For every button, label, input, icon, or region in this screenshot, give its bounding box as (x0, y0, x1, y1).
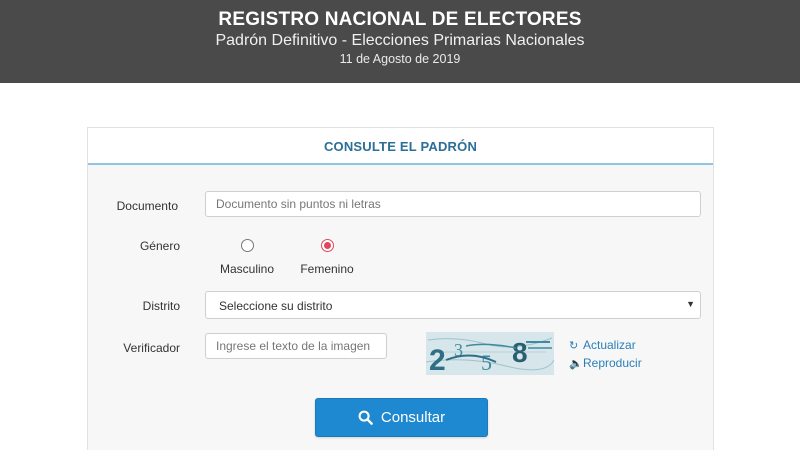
search-icon (358, 410, 373, 425)
volume-icon: 🔈 (569, 358, 583, 370)
radio-masculino-circle[interactable] (240, 239, 254, 252)
radio-femenino-circle[interactable] (320, 239, 334, 252)
verificador-input[interactable] (205, 333, 387, 359)
actualizar-link[interactable]: ↻ Actualizar (569, 338, 636, 352)
reproducir-label: Reproducir (583, 356, 642, 370)
panel-header: CONSULTE EL PADRÓN (88, 128, 713, 165)
distrito-label: Distrito (142, 299, 180, 313)
election-date: 11 de Agosto de 2019 (339, 52, 461, 66)
panel-title: CONSULTE EL PADRÓN (323, 139, 478, 154)
distrito-selected-value: Seleccione su distrito (219, 299, 333, 313)
consultar-label: Consultar (380, 409, 446, 426)
page-title: REGISTRO NACIONAL DE ELECTORES (218, 9, 582, 30)
genero-label: Género (139, 239, 180, 253)
consultar-button[interactable]: Consultar (315, 398, 488, 437)
actualizar-label: Actualizar (583, 338, 636, 352)
reproducir-link[interactable]: 🔈Reproducir (569, 356, 642, 370)
captcha-graphic: 2 3 5 8 (426, 332, 554, 375)
page-subtitle: Padrón Definitivo - Elecciones Primarias… (215, 32, 585, 49)
page-header: REGISTRO NACIONAL DE ELECTORES Padrón De… (0, 0, 800, 83)
caret-down-icon: ▼ (686, 299, 695, 309)
radio-femenino[interactable]: Femenino (294, 239, 360, 276)
radio-femenino-label: Femenino (300, 262, 354, 276)
consulta-panel: CONSULTE EL PADRÓN Documento Género Masc… (87, 127, 714, 450)
captcha-image: 2 3 5 8 (426, 332, 554, 375)
documento-input[interactable] (205, 191, 701, 217)
refresh-icon: ↻ (569, 340, 579, 352)
svg-text:5: 5 (481, 350, 492, 375)
distrito-select[interactable]: Seleccione su distrito ▼ (205, 291, 701, 319)
radio-masculino[interactable]: Masculino (214, 239, 280, 276)
documento-label: Documento (116, 199, 178, 213)
radio-masculino-label: Masculino (219, 262, 275, 276)
verificador-label: Verificador (123, 341, 180, 355)
svg-text:2: 2 (429, 344, 446, 375)
svg-text:8: 8 (512, 337, 528, 368)
